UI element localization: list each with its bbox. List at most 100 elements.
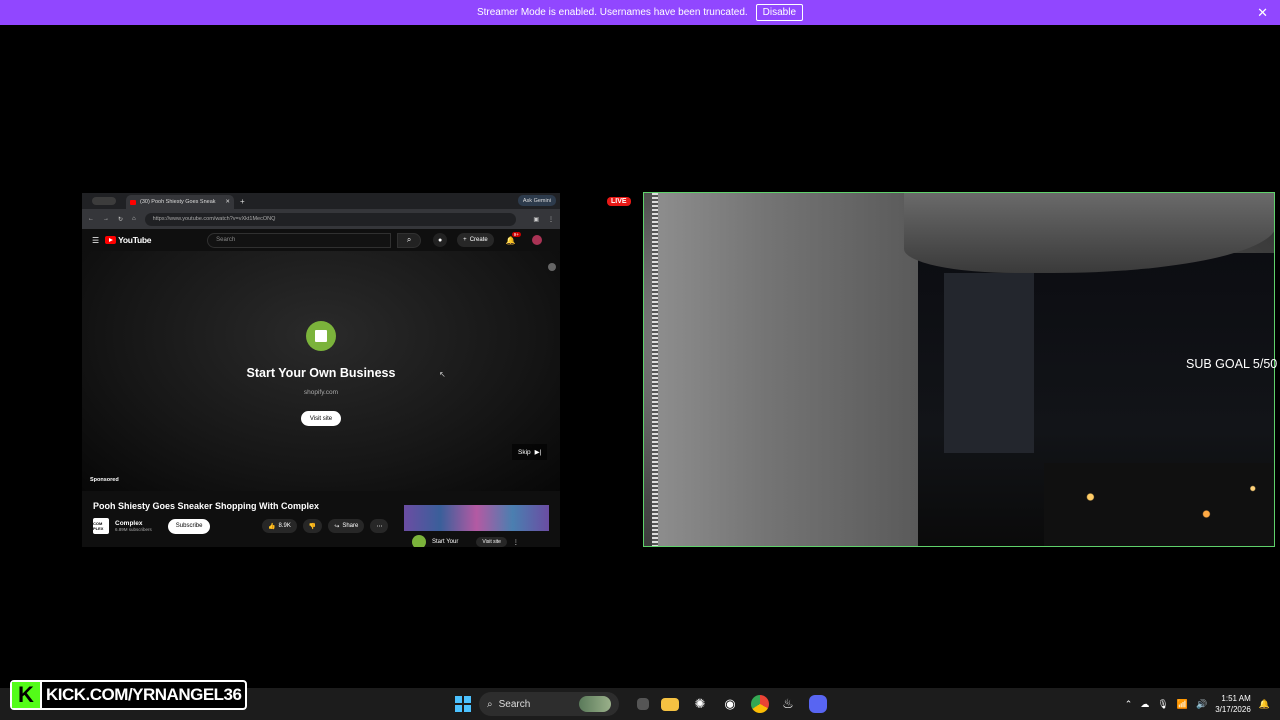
clock[interactable]: 1:51 AM 3/17/2026 xyxy=(1215,693,1251,715)
wifi-icon[interactable]: 📶 xyxy=(1177,699,1188,710)
sidebar-ad-row: Start Your Visit site ⋮ xyxy=(412,535,519,547)
system-tray: ⌃ ☁ 🎙 📶 🔊 1:51 AM 3/17/2026 🔔 xyxy=(1125,688,1270,720)
url-field[interactable]: https://www.youtube.com/watch?v=vXkt1Mec… xyxy=(144,212,517,226)
extensions-icon[interactable]: ▣ xyxy=(533,216,539,223)
reload-icon[interactable]: ↻ xyxy=(118,216,123,223)
tab-close-icon[interactable]: ✕ xyxy=(225,199,230,205)
new-tab-icon[interactable]: + xyxy=(240,197,245,206)
kick-logo: K xyxy=(12,682,42,708)
sub-goal-text: SUB GOAL 5/50 xyxy=(1186,357,1278,371)
create-label: Create xyxy=(469,237,488,243)
forward-icon[interactable]: → xyxy=(103,216,109,222)
notifications-bell-icon[interactable]: 🔔 9+ xyxy=(506,231,521,245)
task-view-icon[interactable] xyxy=(634,688,652,720)
volume-icon[interactable]: 🔊 xyxy=(1196,699,1207,710)
address-bar: ← → ↻ ⌂ https://www.youtube.com/watch?v=… xyxy=(82,209,560,229)
microphone-tray-icon[interactable]: 🎙 xyxy=(1157,699,1168,710)
streamer-mode-banner: Streamer Mode is enabled. Usernames have… xyxy=(0,0,1280,25)
kick-url: KICK.COM/YRNANGEL36 xyxy=(46,685,242,704)
skip-next-icon: ▶| xyxy=(534,449,542,456)
notification-badge: 9+ xyxy=(511,231,521,237)
youtube-favicon-icon xyxy=(130,199,136,205)
back-icon[interactable]: ← xyxy=(88,216,94,222)
subscriber-count: 6.89M subscribers xyxy=(115,527,152,532)
clock-date: 3/17/2026 xyxy=(1215,705,1251,714)
share-button[interactable]: ↪ Share xyxy=(328,519,365,533)
tab-group-pill[interactable] xyxy=(92,197,116,205)
file-explorer-icon[interactable] xyxy=(661,688,679,720)
home-icon[interactable]: ⌂ xyxy=(132,216,136,222)
video-player[interactable]: Start Your Own Business ↖ shopify.com Vi… xyxy=(82,251,560,491)
youtube-logo[interactable]: YouTube xyxy=(105,235,151,245)
taskbar-search-label: Search xyxy=(498,698,531,710)
sidebar-more-icon[interactable]: ⋮ xyxy=(513,539,519,546)
ask-gemini-button[interactable]: Ask Gemini xyxy=(517,195,556,206)
tab-bar: (30) Pooh Shiesty Goes Sneak ✕ + Ask Gem… xyxy=(82,193,560,209)
ad-progress-indicator xyxy=(548,263,556,271)
visit-site-button[interactable]: Visit site xyxy=(301,411,341,426)
banner-message: Streamer Mode is enabled. Usernames have… xyxy=(476,7,748,18)
search-placeholder: Search xyxy=(216,237,236,243)
sidebar-ad-banner[interactable] xyxy=(404,505,549,531)
video-actions: 👍 8.9K 👎 ↪ Share ⋯ xyxy=(262,519,389,533)
gemini-label: Ask Gemini xyxy=(522,197,551,204)
share-icon: ↪ xyxy=(334,523,340,530)
like-count: 8.9K xyxy=(278,523,291,529)
browser-tab[interactable]: (30) Pooh Shiesty Goes Sneak ✕ xyxy=(126,195,234,209)
shopping-bag-icon xyxy=(315,330,327,342)
youtube-logo-text: YouTube xyxy=(118,235,152,245)
tab-title: (30) Pooh Shiesty Goes Sneak xyxy=(140,199,216,205)
more-actions-icon[interactable]: ⋯ xyxy=(370,519,389,533)
mouse-cursor-icon: ↖ xyxy=(439,370,446,379)
windows-icon xyxy=(455,696,471,712)
disable-button[interactable]: Disable xyxy=(755,4,804,21)
ad-domain: shopify.com xyxy=(303,389,339,396)
sidebar-visit-button[interactable]: Visit site xyxy=(476,537,507,547)
chatgpt-icon[interactable]: ✺ xyxy=(690,688,710,720)
hamburger-icon[interactable]: ☰ xyxy=(92,236,99,245)
shopify-small-logo xyxy=(412,535,426,547)
subscribe-button[interactable]: Subscribe xyxy=(167,518,211,534)
channel-name[interactable]: Complex xyxy=(115,520,152,527)
chevron-up-icon[interactable]: ⌃ xyxy=(1125,699,1133,710)
search-icon[interactable]: ⌕ xyxy=(397,232,422,248)
youtube-header: ☰ YouTube Search ⌕ ● + Create 🔔 9+ xyxy=(82,229,560,251)
search-highlight-image xyxy=(579,696,611,712)
city-lights xyxy=(1044,463,1274,546)
channel-row: COM PLEX Complex 6.89M subscribers Subsc… xyxy=(93,518,211,534)
sponsored-label: Sponsored xyxy=(90,477,119,483)
skip-ad-button[interactable]: Skip ▶| xyxy=(512,444,548,460)
thumbs-down-icon: 👎 xyxy=(308,523,317,530)
webcam-feed xyxy=(643,192,1275,547)
microphone-icon[interactable]: ● xyxy=(433,233,448,247)
steam-icon[interactable]: ♨ xyxy=(778,688,798,720)
channel-logo[interactable]: COM PLEX xyxy=(93,518,109,534)
start-button[interactable] xyxy=(453,688,473,720)
create-button[interactable]: + Create xyxy=(457,233,494,247)
menu-dots-icon[interactable]: ⋮ xyxy=(548,216,554,223)
obs-icon[interactable]: ◉ xyxy=(720,688,740,720)
taskbar-search[interactable]: ⌕ Search xyxy=(479,688,619,720)
search-input[interactable]: Search xyxy=(207,232,392,248)
discord-icon[interactable] xyxy=(808,688,828,720)
share-label: Share xyxy=(342,523,359,529)
chrome-icon[interactable] xyxy=(750,688,770,720)
like-button[interactable]: 👍 8.9K xyxy=(262,519,297,533)
browser-capture: (30) Pooh Shiesty Goes Sneak ✕ + Ask Gem… xyxy=(82,193,560,547)
close-icon[interactable]: ✕ xyxy=(1257,5,1268,21)
dislike-button[interactable]: 👎 xyxy=(302,519,323,533)
youtube-play-icon xyxy=(105,236,117,244)
building xyxy=(944,273,1034,453)
shopify-logo xyxy=(306,321,336,351)
skip-label: Skip xyxy=(518,448,531,456)
url-text: https://www.youtube.com/watch?v=vXkt1Mec… xyxy=(152,216,276,222)
kick-overlay: K KICK.COM/YRNANGEL36 xyxy=(10,680,248,710)
ad-title: Start Your Own Business xyxy=(246,366,396,380)
notification-bell-icon[interactable]: 🔔 xyxy=(1259,699,1270,710)
hoodie xyxy=(658,193,918,546)
avatar[interactable] xyxy=(531,235,542,245)
plus-icon: + xyxy=(463,237,467,243)
clock-time: 1:51 AM xyxy=(1221,694,1251,703)
onedrive-icon[interactable]: ☁ xyxy=(1140,699,1149,710)
thumbs-up-icon: 👍 xyxy=(268,523,276,530)
